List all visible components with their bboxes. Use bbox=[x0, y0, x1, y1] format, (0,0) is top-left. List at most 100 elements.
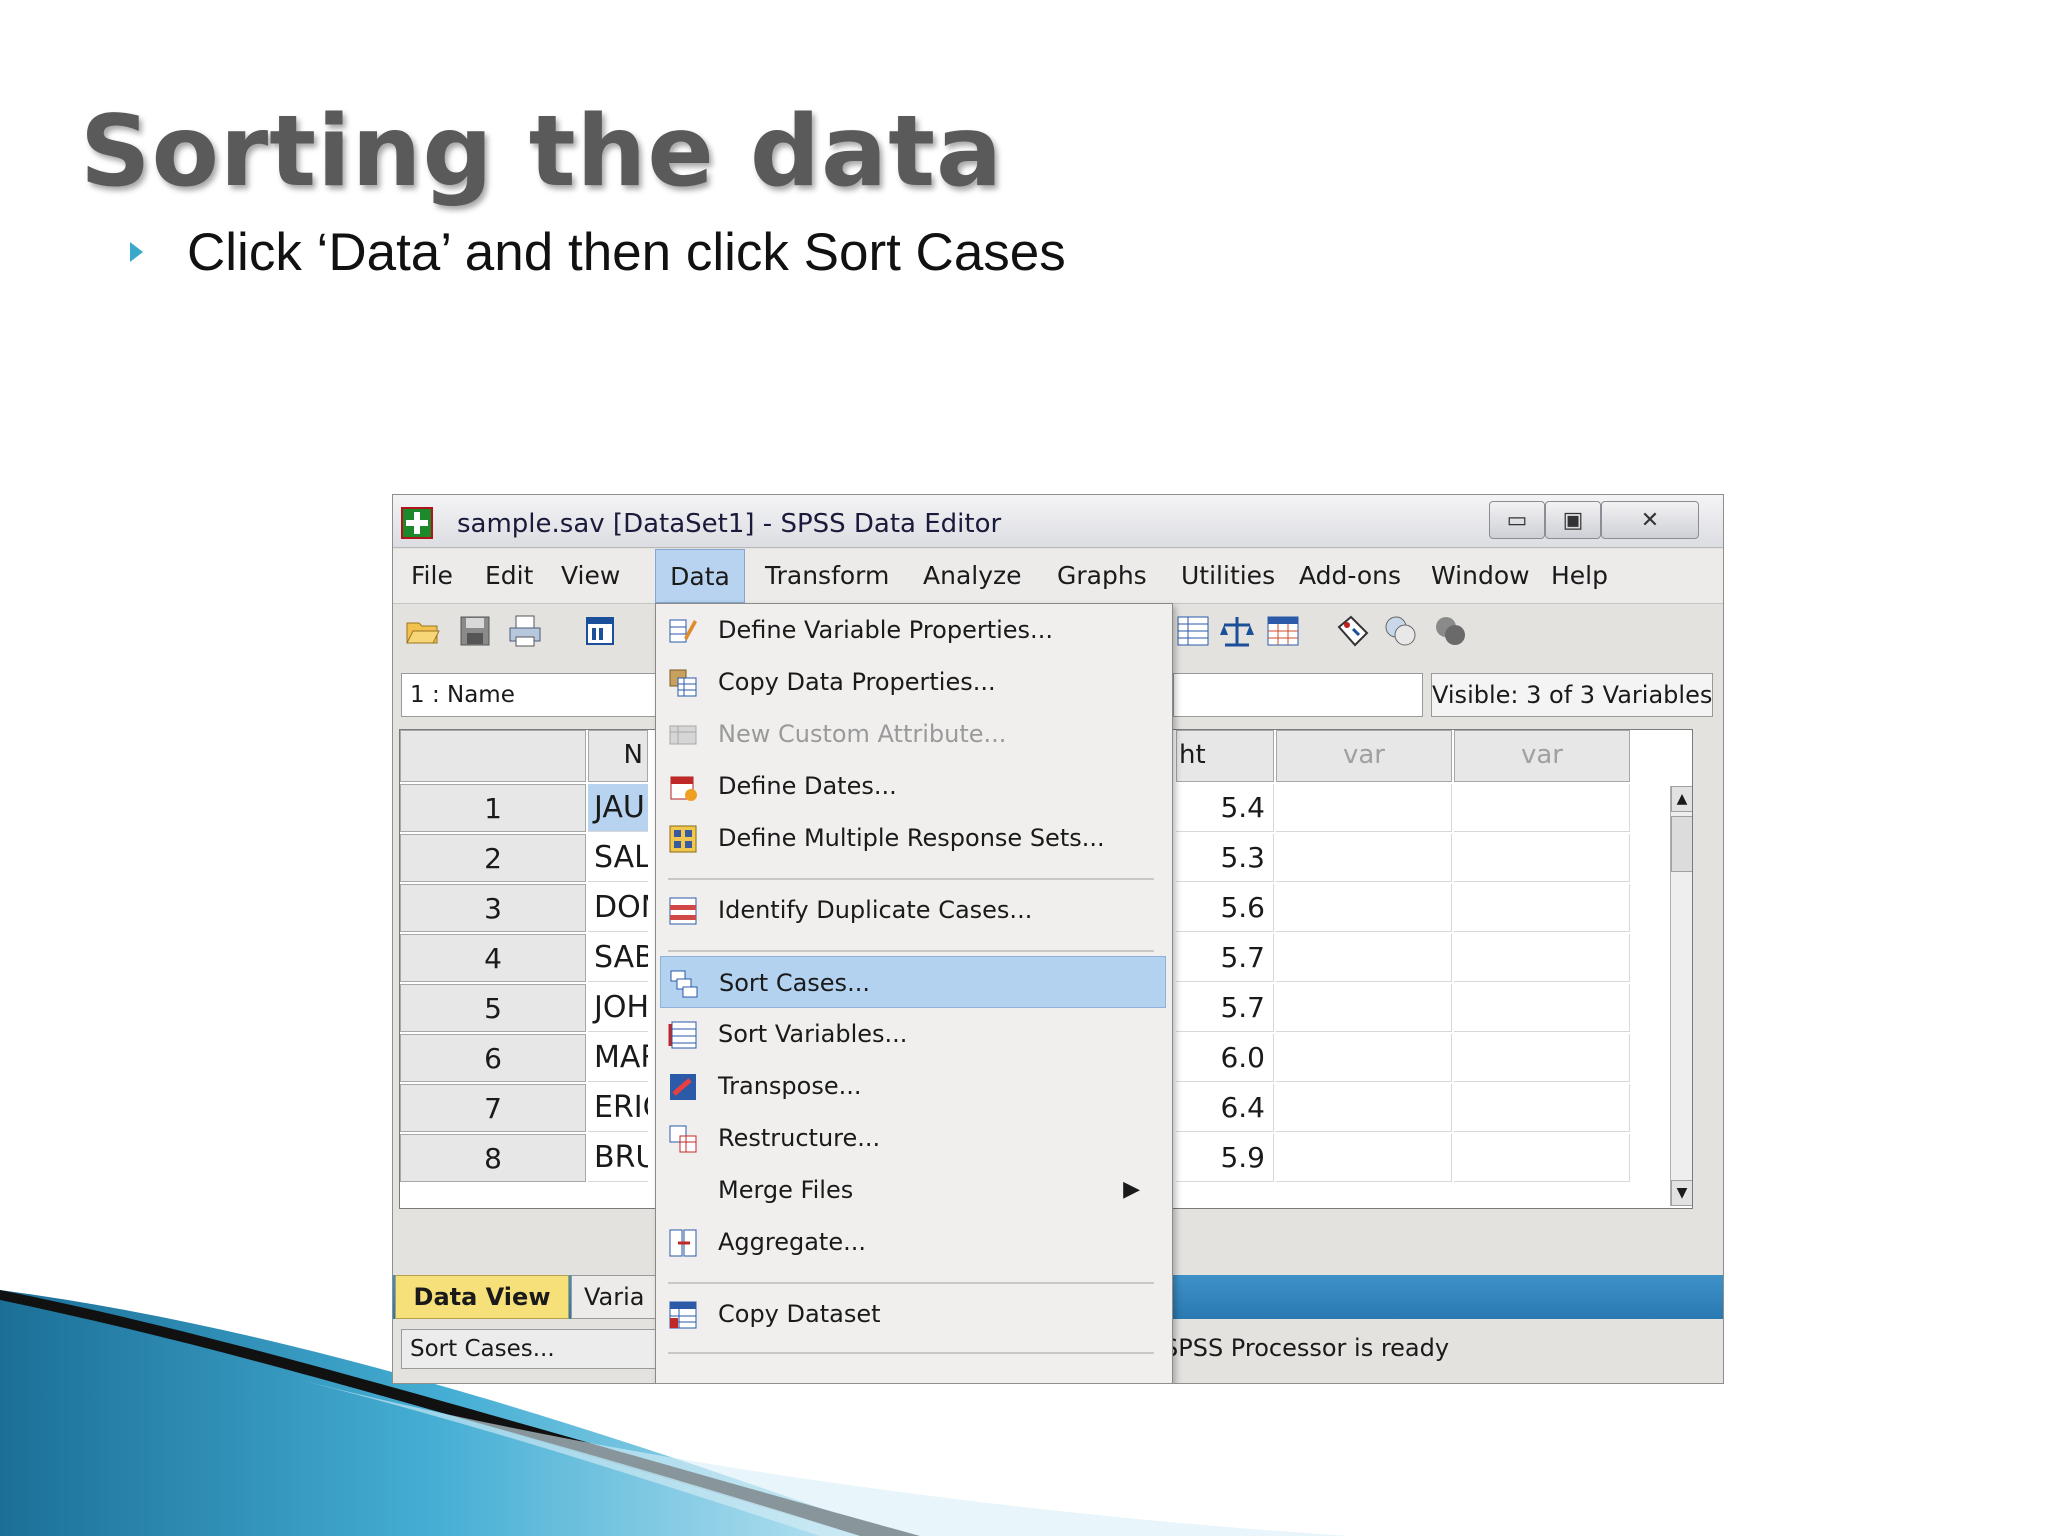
weight-cases-icon[interactable] bbox=[1219, 613, 1255, 649]
empty-cell[interactable] bbox=[1454, 884, 1630, 932]
column-header-var-1[interactable]: var bbox=[1276, 730, 1452, 782]
maximize-button[interactable]: ▣ bbox=[1545, 501, 1601, 539]
close-button[interactable]: ✕ bbox=[1601, 501, 1699, 539]
tab-data-view[interactable]: Data View bbox=[395, 1275, 569, 1319]
empty-cell[interactable] bbox=[1454, 1084, 1630, 1132]
menu-item-copy-data-properties[interactable]: Copy Data Properties... bbox=[660, 656, 1166, 708]
submenu-arrow-icon: ▶ bbox=[1123, 1177, 1140, 1202]
cell-value-editor[interactable] bbox=[1173, 673, 1423, 717]
menu-item-sort-cases[interactable]: Sort Cases... bbox=[660, 956, 1166, 1008]
restructure-icon bbox=[669, 1125, 697, 1153]
height-cell[interactable]: 5.4 bbox=[1176, 784, 1274, 832]
menu-item-aggregate[interactable]: Aggregate... bbox=[660, 1216, 1166, 1268]
name-cell[interactable]: ERIC bbox=[588, 1084, 648, 1132]
menu-addons[interactable]: Add-ons bbox=[1291, 549, 1409, 603]
empty-cell[interactable] bbox=[1276, 884, 1452, 932]
name-cell[interactable]: DON bbox=[588, 884, 648, 932]
row-header[interactable]: 1 bbox=[400, 784, 586, 832]
menu-item-label: Transpose... bbox=[718, 1072, 862, 1100]
menu-help[interactable]: Help bbox=[1543, 549, 1616, 603]
menu-utilities[interactable]: Utilities bbox=[1173, 549, 1283, 603]
empty-cell[interactable] bbox=[1276, 984, 1452, 1032]
aggregate-icon bbox=[669, 1229, 697, 1257]
menu-item-sort-variables[interactable]: Sort Variables... bbox=[660, 1008, 1166, 1060]
menu-item-define-variable-properties[interactable]: Define Variable Properties... bbox=[660, 604, 1166, 656]
empty-cell[interactable] bbox=[1276, 784, 1452, 832]
menu-transform[interactable]: Transform bbox=[757, 549, 897, 603]
spss-data-editor-window: sample.sav [DataSet1] - SPSS Data Editor… bbox=[392, 494, 1724, 1384]
scroll-up-arrow-icon[interactable]: ▲ bbox=[1671, 786, 1692, 812]
column-header-height[interactable]: ht bbox=[1176, 730, 1274, 782]
empty-cell[interactable] bbox=[1454, 1134, 1630, 1182]
height-cell[interactable]: 5.7 bbox=[1176, 984, 1274, 1032]
column-header-var-2[interactable]: var bbox=[1454, 730, 1630, 782]
menu-item-label: New Custom Attribute... bbox=[718, 720, 1007, 748]
show-all-variables-icon[interactable] bbox=[1433, 613, 1469, 649]
menu-graphs[interactable]: Graphs bbox=[1049, 549, 1155, 603]
row-header[interactable]: 4 bbox=[400, 934, 586, 982]
menu-data[interactable]: Data bbox=[655, 549, 745, 603]
print-icon[interactable] bbox=[507, 613, 543, 649]
menu-view[interactable]: View bbox=[553, 549, 628, 603]
empty-cell[interactable] bbox=[1276, 1084, 1452, 1132]
menu-item-copy-dataset[interactable]: Copy Dataset bbox=[660, 1288, 1166, 1340]
menu-item-merge-files[interactable]: Merge Files ▶ bbox=[660, 1164, 1166, 1216]
menu-analyze[interactable]: Analyze bbox=[915, 549, 1030, 603]
menu-edit[interactable]: Edit bbox=[477, 549, 541, 603]
value-labels-icon[interactable] bbox=[1335, 613, 1371, 649]
status-message: Sort Cases... bbox=[401, 1329, 661, 1369]
menu-item-define-dates[interactable]: Define Dates... bbox=[660, 760, 1166, 812]
name-cell[interactable]: BRU bbox=[588, 1134, 648, 1182]
name-cell[interactable]: SAB bbox=[588, 934, 648, 982]
name-cell[interactable]: JAU bbox=[588, 784, 648, 832]
vertical-scrollbar[interactable]: ▲ ▼ bbox=[1670, 786, 1692, 1206]
empty-cell[interactable] bbox=[1454, 834, 1630, 882]
empty-cell[interactable] bbox=[1454, 784, 1630, 832]
menu-window[interactable]: Window bbox=[1423, 549, 1538, 603]
name-cell[interactable]: MAR bbox=[588, 1034, 648, 1082]
empty-cell[interactable] bbox=[1276, 934, 1452, 982]
height-cell[interactable]: 5.9 bbox=[1176, 1134, 1274, 1182]
row-header[interactable]: 3 bbox=[400, 884, 586, 932]
menu-separator bbox=[668, 950, 1154, 952]
menu-item-new-custom-attribute: New Custom Attribute... bbox=[660, 708, 1166, 760]
name-cell[interactable]: JOH bbox=[588, 984, 648, 1032]
column-header-name[interactable]: N bbox=[588, 730, 648, 782]
open-folder-icon[interactable] bbox=[405, 613, 441, 649]
height-cell[interactable]: 5.3 bbox=[1176, 834, 1274, 882]
visible-variables-indicator: Visible: 3 of 3 Variables bbox=[1431, 673, 1713, 717]
row-header[interactable]: 2 bbox=[400, 834, 586, 882]
select-cases-icon[interactable] bbox=[1265, 613, 1301, 649]
menu-item-define-multiple-response-sets[interactable]: Define Multiple Response Sets... bbox=[660, 812, 1166, 864]
height-cell[interactable]: 6.4 bbox=[1176, 1084, 1274, 1132]
minimize-button[interactable]: ▭ bbox=[1489, 501, 1545, 539]
empty-cell[interactable] bbox=[1454, 934, 1630, 982]
scroll-down-arrow-icon[interactable]: ▼ bbox=[1671, 1180, 1692, 1206]
empty-cell[interactable] bbox=[1454, 984, 1630, 1032]
empty-cell[interactable] bbox=[1276, 1034, 1452, 1082]
scroll-thumb[interactable] bbox=[1671, 816, 1692, 872]
menu-item-transpose[interactable]: Transpose... bbox=[660, 1060, 1166, 1112]
empty-cell[interactable] bbox=[1276, 1134, 1452, 1182]
row-header[interactable]: 7 bbox=[400, 1084, 586, 1132]
row-header[interactable]: 8 bbox=[400, 1134, 586, 1182]
menu-item-identify-duplicate-cases[interactable]: Identify Duplicate Cases... bbox=[660, 884, 1166, 936]
transpose-icon bbox=[670, 1074, 696, 1100]
empty-cell[interactable] bbox=[1276, 834, 1452, 882]
row-header[interactable]: 5 bbox=[400, 984, 586, 1032]
menu-separator bbox=[668, 1282, 1154, 1284]
row-header[interactable]: 6 bbox=[400, 1034, 586, 1082]
save-icon[interactable] bbox=[457, 613, 493, 649]
empty-cell[interactable] bbox=[1454, 1034, 1630, 1082]
height-cell[interactable]: 5.6 bbox=[1176, 884, 1274, 932]
dialog-recall-icon[interactable] bbox=[583, 613, 619, 649]
use-sets-icon[interactable] bbox=[1383, 613, 1419, 649]
height-cell[interactable]: 5.7 bbox=[1176, 934, 1274, 982]
title-bar[interactable]: sample.sav [DataSet1] - SPSS Data Editor… bbox=[393, 495, 1723, 548]
split-file-icon[interactable] bbox=[1175, 613, 1211, 649]
height-cell[interactable]: 6.0 bbox=[1176, 1034, 1274, 1082]
name-cell[interactable]: SAL bbox=[588, 834, 648, 882]
menu-item-restructure[interactable]: Restructure... bbox=[660, 1112, 1166, 1164]
menu-file[interactable]: File bbox=[403, 549, 461, 603]
menu-item-label: Restructure... bbox=[718, 1124, 881, 1152]
